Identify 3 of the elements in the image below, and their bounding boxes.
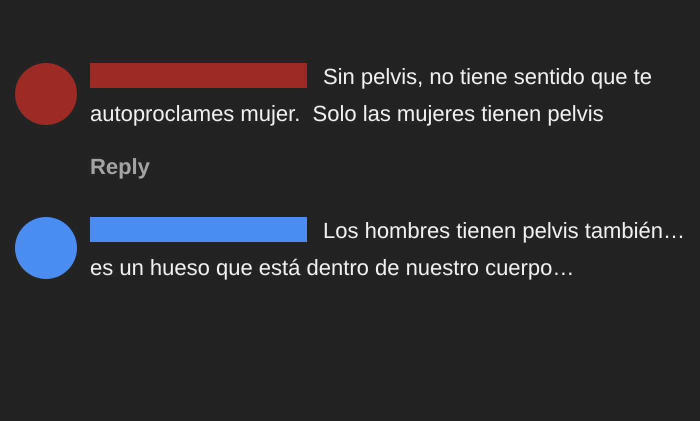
comment-text: Los hombres tienen pelvis también… es un hueso que está dentro de nuestro cuerpo…: [90, 217, 686, 282]
reply-button[interactable]: Reply: [90, 152, 150, 182]
comment-text: Sin pelvis, no tiene sentido que te autoproclames mujer. Solo las mujeres tienen pelvis: [90, 63, 654, 128]
